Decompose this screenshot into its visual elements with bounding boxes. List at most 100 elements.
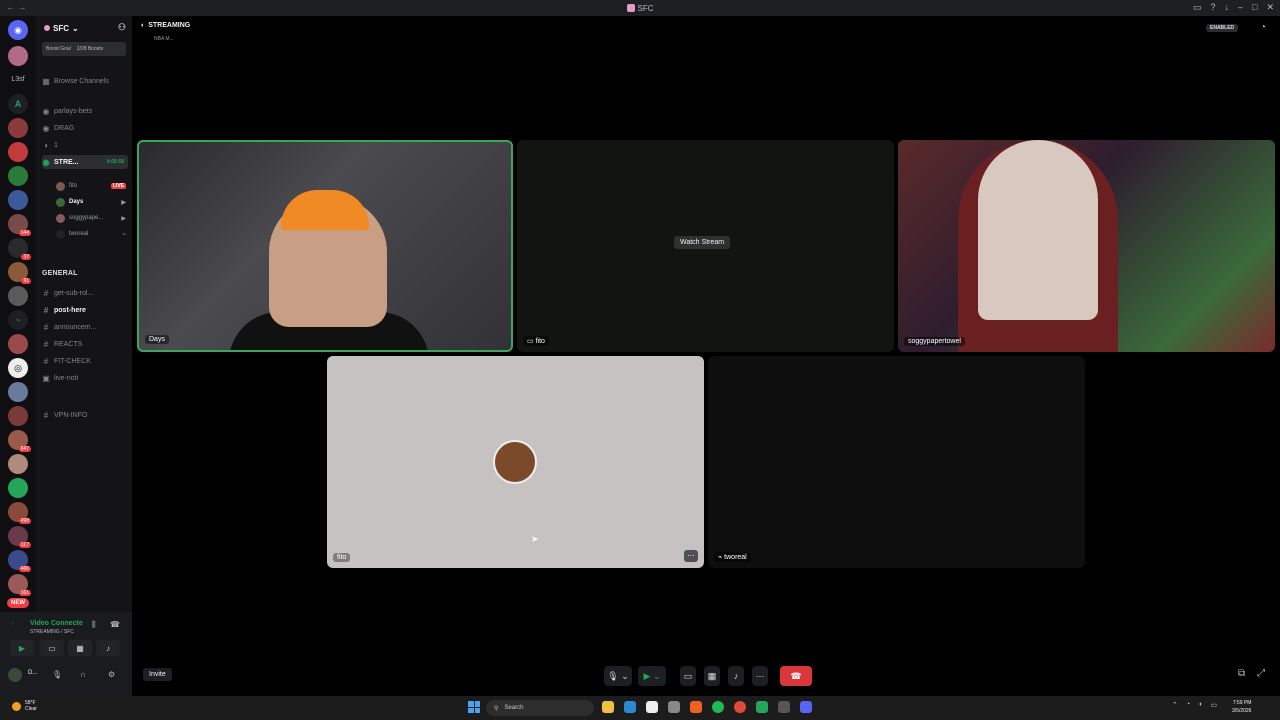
- activities-icon[interactable]: ▦: [704, 666, 720, 686]
- app-icon[interactable]: [756, 701, 768, 713]
- invite-button[interactable]: Invite: [143, 668, 172, 681]
- channel-live-noti[interactable]: ▣ live-noti: [42, 371, 128, 385]
- soundboard-icon[interactable]: ♪: [728, 666, 744, 686]
- help-icon[interactable]: ?: [1210, 2, 1215, 13]
- voice-channel-path[interactable]: STREAMING / SFC: [30, 629, 74, 635]
- channel-announcements[interactable]: # announcem...: [42, 320, 128, 334]
- channel-1[interactable]: ◖ 1: [42, 138, 128, 152]
- server-icon[interactable]: 847: [8, 430, 31, 452]
- server-icon[interactable]: [8, 334, 28, 354]
- disconnect-button[interactable]: ☎: [780, 666, 812, 686]
- battery-icon[interactable]: ▭: [1210, 701, 1217, 709]
- screen-share-icon[interactable]: ▭: [680, 666, 696, 686]
- fullscreen-icon[interactable]: ⤢: [1257, 668, 1265, 679]
- minimize-button[interactable]: –: [1238, 2, 1243, 13]
- start-icon[interactable]: [468, 701, 480, 713]
- server-icon[interactable]: [8, 382, 28, 402]
- chevron-up-icon[interactable]: ⌃: [1172, 701, 1178, 709]
- video-tile-fito[interactable]: fito ⋯: [327, 356, 704, 568]
- activities-button[interactable]: ▦: [68, 640, 92, 656]
- server-icon[interactable]: [8, 454, 28, 474]
- channel-get-sub-roles[interactable]: # get-sub-rol...: [42, 286, 128, 300]
- wifi-icon[interactable]: ◔: [1186, 701, 1190, 709]
- file-explorer-icon[interactable]: [602, 701, 614, 713]
- voice-user-days[interactable]: Days ▶: [56, 196, 126, 208]
- server-icon-a[interactable]: A: [8, 94, 28, 114]
- channel-parlays-bets[interactable]: ◉ parlays-bets: [42, 104, 128, 118]
- server-icon[interactable]: 161: [8, 574, 31, 596]
- server-icon[interactable]: 466: [8, 550, 31, 572]
- camera-button[interactable]: ▶ ⌄: [638, 666, 666, 686]
- voice-user-fito[interactable]: fito LIVE: [56, 180, 126, 192]
- back-forward-icons[interactable]: ← →: [6, 2, 27, 12]
- more-options-button[interactable]: ⋯: [684, 550, 698, 562]
- voice-user-soggy[interactable]: soggypape... ▶: [56, 212, 126, 224]
- server-icon[interactable]: 117: [8, 526, 31, 548]
- voice-user-tworeal[interactable]: tworeal ⌁: [56, 228, 126, 240]
- watch-stream-button[interactable]: Watch Stream: [674, 236, 731, 249]
- voice-status[interactable]: Video Connecte: [30, 620, 83, 627]
- screen-share-button[interactable]: ▭: [40, 640, 64, 656]
- server-icon[interactable]: [8, 406, 28, 426]
- app-icon[interactable]: [646, 701, 658, 713]
- app-icon[interactable]: [778, 701, 790, 713]
- server-icon[interactable]: 498: [8, 502, 31, 524]
- server-header[interactable]: SFC ⌄ ⚇: [36, 16, 132, 40]
- server-icon[interactable]: ~: [8, 310, 28, 330]
- video-tile-days[interactable]: Days: [137, 140, 513, 352]
- channel-reacts[interactable]: # REACTS: [42, 337, 128, 351]
- add-user-icon[interactable]: ⚇: [118, 22, 126, 33]
- enabled-badge[interactable]: ENABLED: [1206, 24, 1239, 32]
- noise-suppression-icon[interactable]: ⫼: [92, 620, 96, 630]
- server-icon[interactable]: [8, 286, 28, 306]
- clock[interactable]: 7:59 PM 3/5/2026: [1232, 699, 1251, 715]
- channel-vpn-info[interactable]: # VPN-INFO: [42, 408, 128, 422]
- search-box[interactable]: ⚲ Search: [486, 700, 594, 716]
- headphones-icon[interactable]: ∩: [80, 670, 86, 679]
- user-name[interactable]: D...: [28, 670, 37, 676]
- avatar[interactable]: [8, 668, 22, 682]
- spotify-icon[interactable]: [712, 701, 724, 713]
- video-tile-fito-stream[interactable]: Watch Stream ▭ fito: [517, 140, 894, 352]
- popout-icon[interactable]: ⧉: [1238, 668, 1245, 679]
- channel-fit-check[interactable]: # FIT-CHECK: [42, 354, 128, 368]
- channel-drag[interactable]: ◉ DRAG: [42, 121, 128, 135]
- server-icon[interactable]: ◎: [8, 358, 28, 378]
- video-tile-tworeal[interactable]: ⌁ tworeal: [708, 356, 1085, 568]
- server-icon[interactable]: [8, 118, 28, 138]
- direct-messages-icon[interactable]: ◉: [8, 20, 28, 40]
- volume-icon[interactable]: ◖: [1198, 701, 1202, 709]
- disconnect-icon[interactable]: ☎: [110, 620, 120, 629]
- weather-widget[interactable]: 58°F Clear: [12, 700, 37, 712]
- microphone-button[interactable]: 🎙 ⌄: [604, 666, 632, 686]
- settings-icon[interactable]: ⚙: [108, 670, 115, 679]
- camera-button[interactable]: ▶: [10, 640, 34, 656]
- microphone-icon[interactable]: 🎙: [52, 670, 62, 679]
- settings-app-icon[interactable]: [668, 701, 680, 713]
- download-icon[interactable]: ↓: [1225, 2, 1230, 13]
- server-icon[interactable]: 144: [8, 214, 31, 236]
- server-icon[interactable]: [8, 190, 28, 210]
- server-icon[interactable]: [8, 166, 28, 186]
- browse-channels[interactable]: ▦ Browse Channels: [42, 74, 128, 88]
- server-icon[interactable]: 91: [8, 262, 31, 284]
- brave-icon[interactable]: [690, 701, 702, 713]
- close-button[interactable]: ✕: [1266, 2, 1274, 13]
- chrome-icon[interactable]: [734, 701, 746, 713]
- more-icon[interactable]: ⋯: [752, 666, 768, 686]
- channel-streaming[interactable]: ◉ STRE... 4:00:58: [42, 155, 128, 169]
- channel-post-here[interactable]: # post-here: [42, 303, 128, 317]
- server-icon-sfc[interactable]: [8, 46, 28, 66]
- server-icon[interactable]: 37: [8, 238, 31, 260]
- inbox-icon[interactable]: ▭: [1193, 2, 1202, 13]
- server-icon[interactable]: [8, 142, 28, 162]
- soundboard-button[interactable]: ♪: [96, 640, 120, 656]
- maximize-button[interactable]: □: [1252, 2, 1257, 13]
- chat-icon[interactable]: ◔: [1260, 22, 1266, 33]
- app-icon[interactable]: [624, 701, 636, 713]
- video-tile-soggy[interactable]: soggypapertowel: [898, 140, 1275, 352]
- server-icon[interactable]: [8, 478, 28, 498]
- new-badge[interactable]: NEW: [7, 598, 29, 608]
- discord-icon[interactable]: [800, 701, 812, 713]
- category-general[interactable]: GENERAL: [42, 270, 78, 277]
